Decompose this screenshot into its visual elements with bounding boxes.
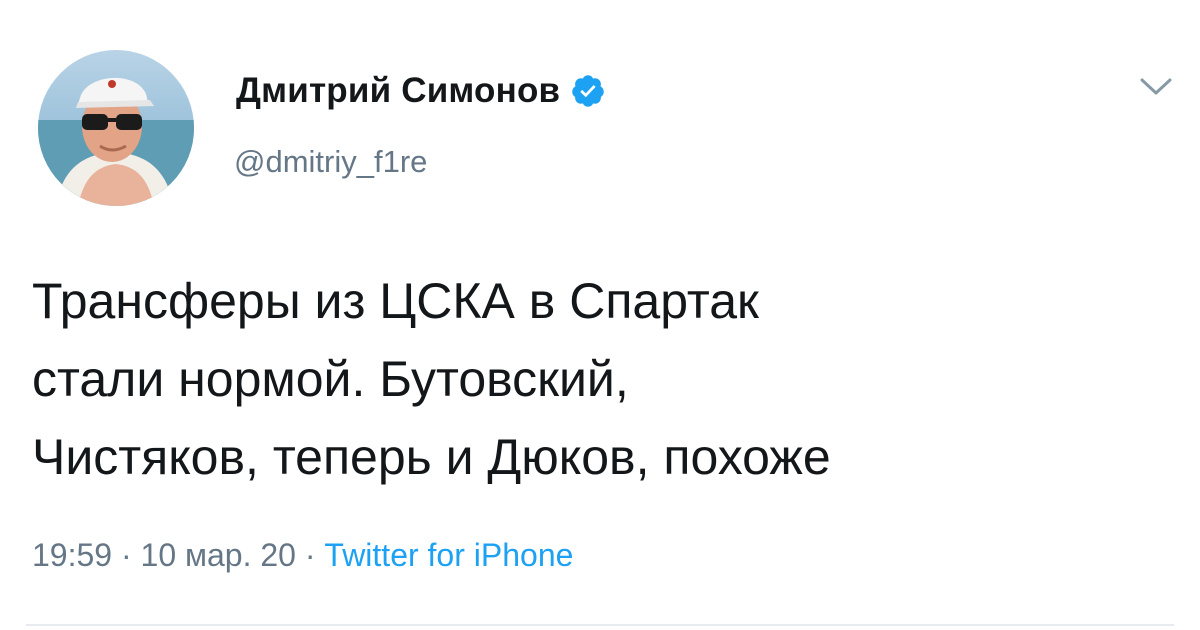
author-name-row[interactable]: Дмитрий Симонов — [236, 66, 606, 116]
tweet-metadata: 19:59 · 10 мар. 20 · Twitter for iPhone — [32, 537, 573, 574]
tweet-text: Трансферы из ЦСКА в Спартак стали нормой… — [32, 262, 1182, 496]
tweet-text-line: Трансферы из ЦСКА в Спартак — [32, 273, 759, 329]
tweet-time[interactable]: 19:59 — [32, 537, 112, 573]
tweet-text-line: Чистяков, теперь и Дюков, похоже — [32, 429, 831, 485]
tweet-card: Дмитрий Симонов @dmitriy_f1re Трансферы … — [0, 0, 1200, 630]
author-display-name[interactable]: Дмитрий Симонов — [236, 71, 560, 111]
author-handle[interactable]: @dmitriy_f1re — [234, 144, 427, 180]
verified-badge-icon — [570, 73, 606, 109]
chevron-down-icon[interactable] — [1138, 74, 1174, 100]
meta-separator: · — [112, 537, 141, 573]
tweet-date[interactable]: 10 мар. 20 — [141, 537, 296, 573]
tweet-text-line: стали нормой. Бутовский, — [32, 351, 629, 407]
tweet-source-link[interactable]: Twitter for iPhone — [324, 537, 573, 573]
avatar[interactable] — [38, 50, 194, 206]
divider — [26, 624, 1174, 626]
meta-separator: · — [295, 537, 325, 573]
